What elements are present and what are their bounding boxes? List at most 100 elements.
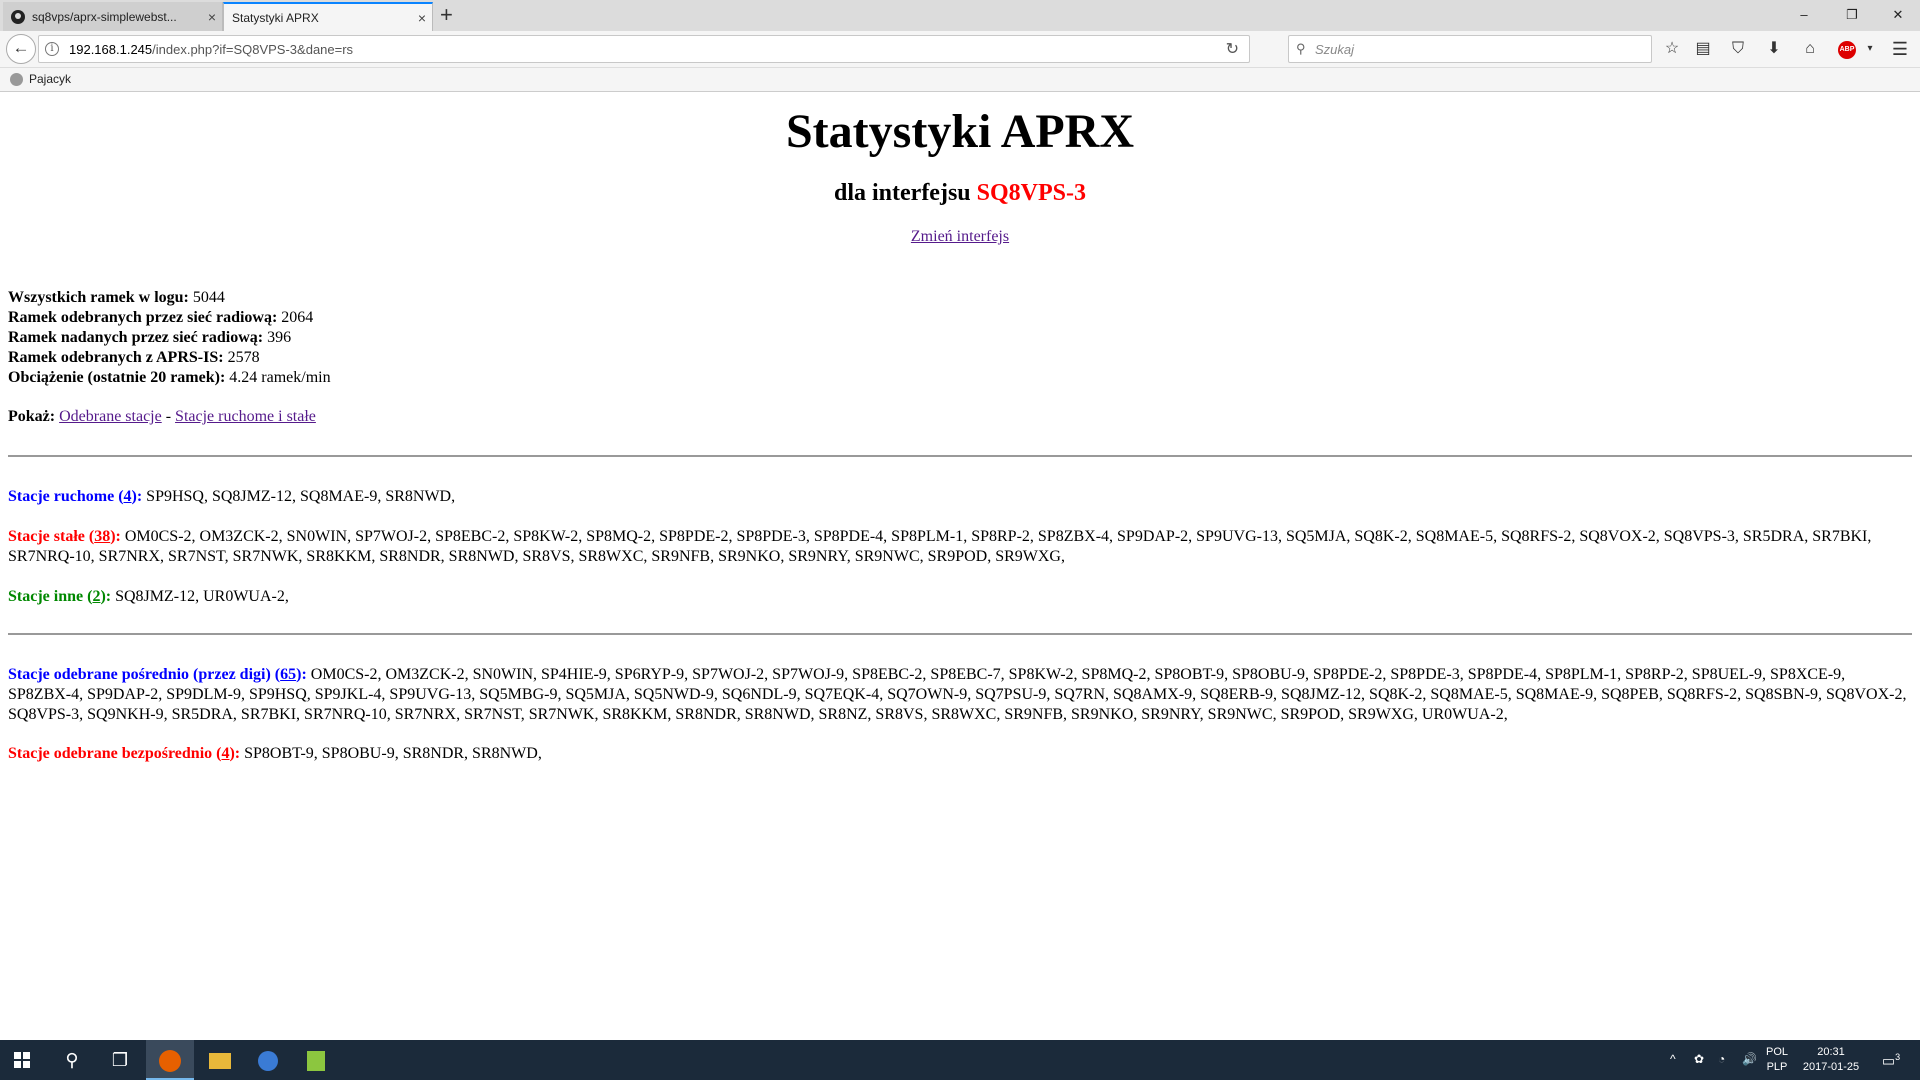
fixed-count-link[interactable]: 38 [94, 528, 110, 545]
indirect-stations: Stacje odebrane pośrednio (przez digi) (… [8, 665, 1912, 725]
fixed-stations: Stacje stałe (38): OM0CS-2, OM3ZCK-2, SN… [8, 527, 1912, 567]
tab-close-icon[interactable]: × [202, 9, 222, 25]
tab-statystyki[interactable]: Statystyki APRX × [223, 2, 433, 31]
minimize-button[interactable]: – [1784, 2, 1824, 28]
bookmark-star-icon[interactable]: ☆ [1660, 39, 1684, 59]
direct-stations-label: Stacje odebrane bezpośrednio (4): [8, 745, 241, 762]
bookmark-label: Pajacyk [29, 72, 72, 86]
clock-time: 20:31 [1817, 1046, 1845, 1058]
bookmark-pajacyk[interactable]: Pajacyk [10, 72, 71, 86]
stat-tx-radio: Ramek nadanych przez sieć radiową: 396 [8, 328, 331, 348]
show-separator: - [165, 408, 172, 425]
stat-value: 4.24 ramek/min [229, 369, 331, 386]
file-explorer-icon[interactable] [196, 1040, 244, 1080]
direct-stations-list: SP8OBT-9, SP8OBU-9, SR8NDR, SR8NWD, [244, 745, 542, 762]
show-label: Pokaż: [8, 408, 56, 425]
page-content: Statystyki APRX dla interfejsu SQ8VPS-3 … [0, 92, 1920, 1040]
keyboard-layout: PLP [1766, 1061, 1788, 1073]
firefox-taskbar-icon[interactable] [146, 1040, 194, 1080]
interface-name: SQ8VPS-3 [976, 180, 1086, 206]
taskbar: ⚲ ❐ ^ ✿ ◔ 🔊 POL PLP 20:31 2017-01-25 ▭3 [0, 1040, 1920, 1080]
menu-icon[interactable]: ☰ [1888, 39, 1912, 59]
search-icon: ⚲ [1296, 41, 1306, 56]
github-icon [11, 9, 25, 24]
show-row: Pokaż: Odebrane stacje - Stacje ruchome … [8, 408, 316, 426]
page-subtitle: dla interfejsu SQ8VPS-3 [0, 180, 1920, 207]
back-arrow-icon: ← [12, 38, 30, 57]
stat-rx-aprsis: Ramek odebranych z APRS-IS: 2578 [8, 348, 331, 368]
mobile-count-link[interactable]: 4 [124, 488, 132, 505]
other-stations-list: SQ8JMZ-12, UR0WUA-2, [115, 588, 289, 605]
tab-bar: sq8vps/aprx-simplewebst... × Statystyki … [0, 0, 1920, 31]
tab-close-icon[interactable]: × [412, 10, 432, 26]
search-placeholder: Szukaj [1315, 42, 1355, 57]
stat-value: 5044 [192, 289, 225, 306]
change-interface-row: Zmień interfejs [0, 228, 1920, 246]
pocket-icon[interactable]: ⛉ [1726, 39, 1750, 59]
home-icon[interactable]: ⌂ [1798, 39, 1822, 59]
search-input[interactable]: ⚲ Szukaj [1288, 35, 1652, 63]
received-stations-link[interactable]: Odebrane stacje [59, 408, 162, 425]
direct-count-link[interactable]: 4 [221, 745, 229, 762]
tray-expand-icon[interactable]: ^ [1670, 1052, 1676, 1067]
fixed-stations-label: Stacje stałe (38): [8, 528, 121, 545]
tab-github[interactable]: sq8vps/aprx-simplewebst... × [3, 2, 223, 31]
other-count-link[interactable]: 2 [92, 588, 100, 605]
mobile-stations-list: SP9HSQ, SQ8JMZ-12, SQ8MAE-9, SR8NWD, [146, 488, 456, 505]
back-button[interactable]: ← [6, 34, 36, 64]
mobile-stations-label: Stacje ruchome (4): [8, 488, 143, 505]
reading-list-icon[interactable]: ▤ [1691, 39, 1715, 59]
stat-load: Obciążenie (ostatnie 20 ramek): 4.24 ram… [8, 368, 331, 388]
tab-title: Statystyki APRX [232, 10, 319, 25]
fixed-stations-list: OM0CS-2, OM3ZCK-2, SN0WIN, SP7WOJ-2, SP8… [8, 528, 1872, 565]
volume-icon[interactable]: 🔊 [1742, 1052, 1757, 1067]
url-path: /index.php?if=SQ8VPS-3&dane=rs [152, 42, 354, 57]
indirect-count-link[interactable]: 65 [280, 666, 296, 683]
url-text[interactable]: 192.168.1.245/index.php?if=SQ8VPS-3&dane… [69, 42, 353, 57]
reload-icon[interactable]: ↻ [1226, 39, 1239, 59]
change-interface-link[interactable]: Zmień interfejs [911, 228, 1009, 245]
clock[interactable]: 20:31 2017-01-25 [1796, 1045, 1866, 1075]
page-title: Statystyki APRX [785, 105, 1135, 158]
thunderbird-icon[interactable] [244, 1040, 292, 1080]
stat-label: Ramek odebranych przez sieć radiową: [8, 309, 278, 326]
other-stations: Stacje inne (2): SQ8JMZ-12, UR0WUA-2, [8, 587, 1912, 607]
search-taskbar-icon[interactable]: ⚲ [48, 1040, 96, 1080]
stat-value: 396 [267, 329, 292, 346]
navigation-bar: ← i 192.168.1.245/index.php?if=SQ8VPS-3&… [0, 31, 1920, 68]
language-indicator[interactable]: POL PLP [1762, 1045, 1792, 1075]
url-host: 192.168.1.245 [69, 42, 153, 57]
notification-center-icon[interactable]: ▭3 [1876, 1050, 1906, 1069]
url-bar[interactable]: i 192.168.1.245/index.php?if=SQ8VPS-3&da… [38, 35, 1250, 63]
close-window-button[interactable]: ✕ [1878, 2, 1918, 28]
subtitle-prefix: dla interfejsu [833, 180, 971, 206]
lang-code: POL [1765, 1046, 1788, 1058]
mobile-fixed-stations-link[interactable]: Stacje ruchome i stałe [175, 408, 316, 425]
maximize-button[interactable]: ❐ [1832, 2, 1872, 28]
other-stations-label: Stacje inne (2): [8, 588, 112, 605]
start-button[interactable] [0, 1040, 48, 1080]
stat-label: Ramek nadanych przez sieć radiową: [8, 329, 264, 346]
new-tab-button[interactable]: + [440, 4, 453, 26]
divider [8, 455, 1912, 457]
tab-title: sq8vps/aprx-simplewebst... [32, 9, 177, 24]
bookmarks-bar: Pajacyk [0, 68, 1920, 92]
wifi-icon[interactable]: ◔ [1718, 1052, 1725, 1067]
adblock-icon[interactable]: ABP [1838, 41, 1856, 59]
adblock-dropdown-icon[interactable]: ▾ [1858, 39, 1882, 59]
stat-label: Ramek odebranych z APRS-IS: [8, 349, 224, 366]
stat-value: 2578 [227, 349, 260, 366]
notepad-icon[interactable] [292, 1040, 340, 1080]
stats-list: Wszystkich ramek w logu: 5044 Ramek odeb… [8, 288, 331, 388]
divider [8, 633, 1912, 635]
direct-stations: Stacje odebrane bezpośrednio (4): SP8OBT… [8, 744, 1912, 764]
info-icon[interactable]: i [45, 42, 59, 56]
mobile-stations: Stacje ruchome (4): SP9HSQ, SQ8JMZ-12, S… [8, 487, 1912, 507]
notification-count: 3 [1895, 1052, 1901, 1062]
tray-app-icon[interactable]: ✿ [1694, 1052, 1704, 1067]
stat-value: 2064 [281, 309, 314, 326]
bookmark-favicon-icon [10, 72, 23, 86]
task-view-icon[interactable]: ❐ [96, 1040, 144, 1080]
stat-label: Obciążenie (ostatnie 20 ramek): [8, 369, 226, 386]
downloads-icon[interactable]: ⬇ [1762, 39, 1786, 59]
